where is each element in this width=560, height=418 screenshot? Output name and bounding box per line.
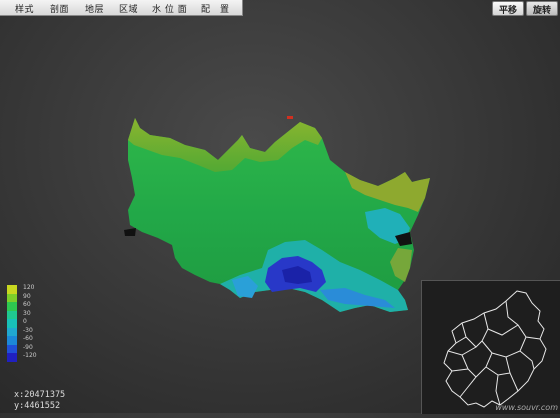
watermark: www.souvr.com — [495, 403, 558, 412]
legend-swatch — [7, 353, 17, 362]
menu-strata[interactable]: 地层 — [85, 2, 104, 15]
legend-label: -120 — [23, 352, 37, 359]
pan-button[interactable]: 平移 — [491, 1, 524, 16]
legend-label: 0 — [23, 318, 27, 325]
rotate-button[interactable]: 旋转 — [525, 1, 558, 16]
minimap-outline — [443, 290, 547, 408]
menu-region[interactable]: 区域 — [119, 2, 138, 15]
legend-label: 120 — [23, 284, 35, 291]
legend-label: -60 — [23, 335, 33, 342]
terrain-marker — [287, 116, 293, 119]
menu-style[interactable]: 样式 — [15, 2, 34, 15]
legend-label: -30 — [23, 326, 33, 334]
view-mode-toolbar: 平移 旋转 — [491, 1, 558, 16]
menu-water-level[interactable]: 水 位 面 — [152, 2, 187, 15]
coordinate-y: y:4461552 — [14, 401, 61, 411]
menu-config[interactable]: 配 置 — [201, 2, 230, 15]
legend-label: 30 — [23, 309, 31, 317]
coordinate-x: x:20471375 — [14, 390, 66, 400]
terrain-edge-west — [124, 228, 136, 236]
coordinate-readout: x:20471375 y:4461552 — [14, 390, 65, 412]
legend-label: 90 — [23, 292, 31, 300]
menu-section[interactable]: 剖面 — [50, 2, 69, 15]
legend-label: 60 — [23, 301, 31, 308]
menu-bar: 样式 剖面 地层 区域 水 位 面 配 置 — [0, 0, 243, 16]
legend-label: -90 — [23, 343, 33, 351]
overview-minimap[interactable]: www.souvr.com — [421, 280, 560, 414]
